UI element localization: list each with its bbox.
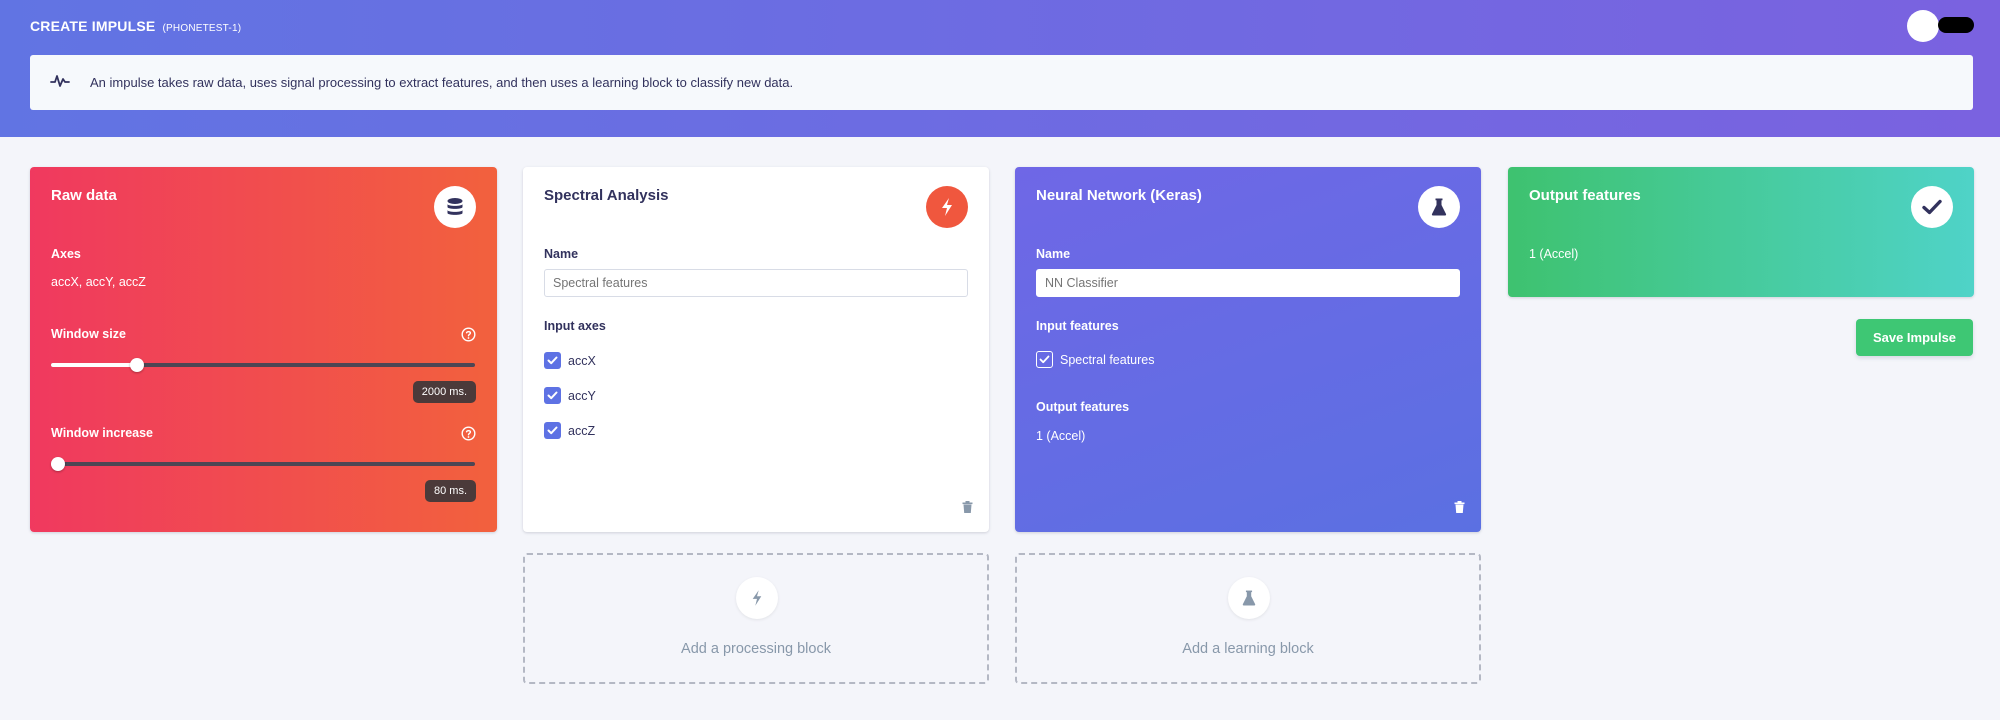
help-icon[interactable] [461, 327, 476, 347]
window-size-fill [51, 363, 137, 367]
output-features-card: Output features 1 (Accel) [1508, 167, 1974, 297]
trash-icon[interactable] [1454, 500, 1465, 518]
checkbox-checked[interactable] [1036, 351, 1053, 368]
lightning-icon [926, 186, 968, 228]
user-menu[interactable] [1938, 17, 1974, 33]
user-avatar[interactable] [1907, 10, 1939, 42]
project-name: (PHONETEST-1) [162, 23, 242, 34]
checkmark-icon [1911, 186, 1953, 228]
input-features-label: Input features [1036, 319, 1119, 333]
page-title: CREATE IMPULSE (PHONETEST-1) [30, 18, 241, 34]
output-title: Output features [1529, 187, 1641, 204]
add-processing-block[interactable]: Add a processing block [523, 553, 989, 684]
input-axes-label: Input axes [544, 319, 606, 333]
axis-checkbox-accy[interactable]: accY [544, 387, 596, 404]
axis-checkbox-accz[interactable]: accZ [544, 422, 595, 439]
raw-data-title: Raw data [51, 187, 117, 204]
nn-title: Neural Network (Keras) [1036, 187, 1202, 204]
window-increase-slider[interactable] [51, 457, 475, 471]
spectral-name-label: Name [544, 247, 579, 261]
window-size-value: 2000 ms. [412, 381, 476, 403]
flask-icon [1228, 577, 1270, 619]
output-features-value: 1 (Accel) [1036, 429, 1086, 443]
flask-icon [1418, 186, 1460, 228]
save-impulse-button[interactable]: Save Impulse [1856, 319, 1973, 356]
window-increase-handle[interactable] [51, 457, 65, 471]
checkbox-checked[interactable] [544, 352, 561, 369]
pulse-icon [50, 73, 70, 94]
window-size-handle[interactable] [130, 358, 144, 372]
axis-checkbox-accx[interactable]: accX [544, 352, 596, 369]
help-icon[interactable] [461, 426, 476, 446]
window-increase-value: 80 ms. [424, 480, 476, 502]
axis-label: accX [568, 353, 596, 368]
spectral-title: Spectral Analysis [544, 187, 669, 204]
feature-checkbox-spectral[interactable]: Spectral features [1036, 351, 1155, 368]
add-processing-text: Add a processing block [681, 641, 831, 657]
info-bar: An impulse takes raw data, uses signal p… [30, 55, 1973, 110]
feature-label: Spectral features [1060, 352, 1155, 367]
output-value: 1 (Accel) [1529, 247, 1579, 261]
window-size-slider[interactable] [51, 358, 475, 372]
database-icon [434, 186, 476, 228]
spectral-analysis-card: Spectral Analysis Name Input axes accX a… [523, 167, 989, 532]
checkbox-checked[interactable] [544, 387, 561, 404]
info-text: An impulse takes raw data, uses signal p… [90, 75, 794, 90]
nn-name-label: Name [1036, 247, 1071, 261]
neural-network-card: Neural Network (Keras) Name Input featur… [1015, 167, 1481, 532]
add-learning-block[interactable]: Add a learning block [1015, 553, 1481, 684]
axes-value: accX, accY, accZ [51, 275, 146, 289]
window-size-label: Window size [51, 327, 126, 341]
axis-label: accY [568, 388, 596, 403]
raw-data-card: Raw data Axes accX, accY, accZ Window si… [30, 167, 497, 532]
trash-icon[interactable] [962, 500, 973, 518]
window-increase-label: Window increase [51, 426, 153, 440]
header-banner: CREATE IMPULSE (PHONETEST-1) An impulse … [0, 0, 2000, 137]
nn-name-input[interactable] [1036, 269, 1460, 297]
add-learning-text: Add a learning block [1182, 641, 1314, 657]
lightning-icon [736, 577, 778, 619]
axis-label: accZ [568, 423, 596, 438]
output-features-label: Output features [1036, 400, 1130, 414]
page-title-text: CREATE IMPULSE [30, 18, 156, 34]
spectral-name-input[interactable] [544, 269, 968, 297]
checkbox-checked[interactable] [544, 422, 561, 439]
axes-label: Axes [51, 247, 81, 261]
